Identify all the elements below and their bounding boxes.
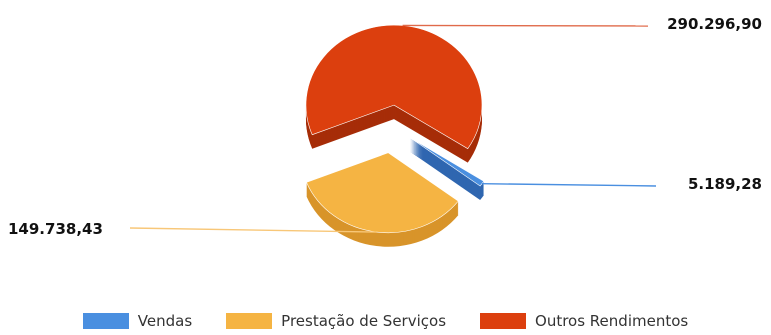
legend-swatch-vendas [82,313,129,329]
legend-label-vendas: Vendas [137,312,193,330]
data-label-outros: 290.296,90 [667,15,762,33]
legend-item-vendas[interactable]: Vendas [82,312,193,330]
data-label-vendas: 5.189,28 [688,175,762,193]
leader-line-outros [402,24,649,27]
legend: Vendas Prestação de Serviços Outros Rend… [0,312,771,330]
legend-label-prestacao: Prestação de Serviços [281,312,447,330]
pie-chart: 5.189,28 149.738,43 290.296,90 [8,15,762,247]
legend-item-prestacao[interactable]: Prestação de Serviços [226,312,446,330]
data-label-prestacao: 149.738,43 [8,220,103,238]
legend-label-outros: Outros Rendimentos [535,312,689,330]
legend-swatch-outros [480,313,527,329]
legend-item-outros[interactable]: Outros Rendimentos [480,312,688,330]
leader-line-vendas [481,182,657,187]
legend-swatch-prestacao [226,313,273,329]
